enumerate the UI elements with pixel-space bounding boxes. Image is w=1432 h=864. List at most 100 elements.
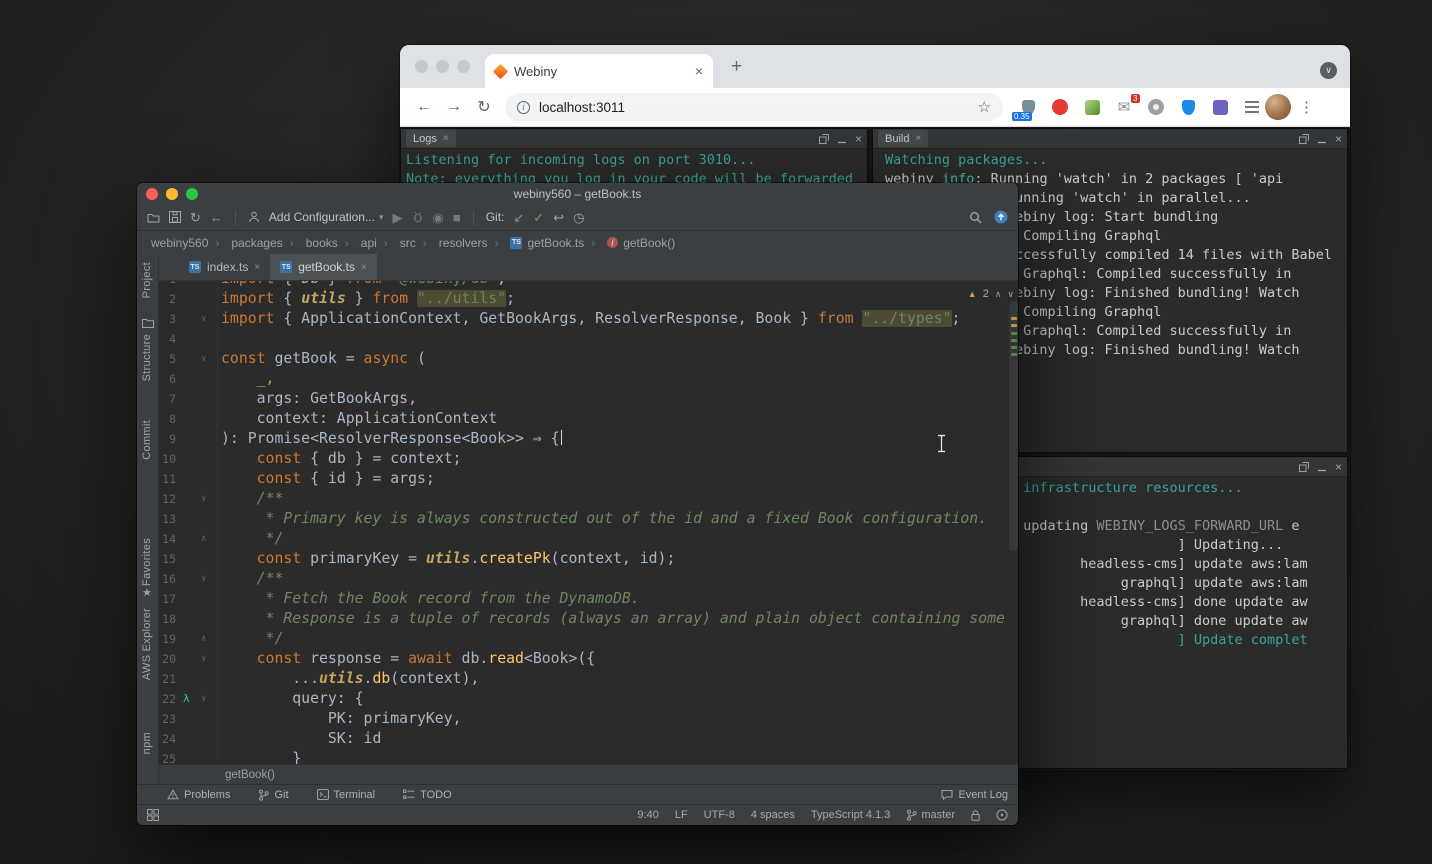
sidebar-item-aws-explorer[interactable]: AWS Explorer (141, 608, 153, 680)
breadcrumb-item[interactable]: webiny560 (151, 236, 208, 250)
reload-icon[interactable]: ↻ (469, 97, 499, 117)
next-warning-icon[interactable]: ∨ (1007, 289, 1014, 300)
profile-avatar[interactable] (1265, 94, 1291, 120)
forward-icon[interactable]: → (439, 98, 469, 116)
aws-lambda-gutter-icon[interactable]: λ (183, 689, 190, 709)
close-icon[interactable]: × (855, 134, 862, 144)
git-branch-widget[interactable]: master (906, 809, 955, 821)
fold-icon[interactable]: ∧ (201, 529, 206, 549)
tab-close-icon[interactable]: × (695, 63, 703, 79)
lock-icon[interactable] (971, 810, 980, 821)
sidebar-item-favorites[interactable]: Favorites (141, 538, 153, 586)
fold-icon[interactable]: ∨ (201, 649, 206, 669)
back-icon[interactable]: ← (409, 98, 439, 116)
close-icon[interactable]: × (1335, 462, 1342, 472)
breadcrumb-item[interactable]: ƒgetBook() (584, 236, 675, 250)
minimize-window-button[interactable] (436, 60, 449, 73)
indent-setting[interactable]: 4 spaces (751, 809, 795, 821)
breadcrumb-item[interactable]: TSgetBook.ts (487, 236, 584, 250)
run-icon[interactable]: ▶ (393, 211, 403, 224)
save-icon[interactable] (169, 211, 181, 223)
git-history-icon[interactable]: ◷ (573, 211, 584, 224)
extension-adblock-icon[interactable] (1051, 98, 1069, 116)
star-icon[interactable]: ★ (142, 586, 152, 599)
breadcrumb-item[interactable]: api (338, 236, 377, 250)
sidebar-item-project[interactable]: Project (141, 262, 153, 298)
close-icon[interactable]: × (443, 133, 449, 144)
file-encoding[interactable]: UTF-8 (704, 809, 735, 821)
breadcrumb-item[interactable]: src (377, 236, 416, 250)
float-icon[interactable] (819, 134, 829, 144)
minimize-icon[interactable] (1317, 134, 1327, 144)
float-icon[interactable] (1299, 462, 1309, 472)
folder-icon[interactable] (142, 318, 154, 328)
extension-puzzle-icon[interactable] (1211, 98, 1229, 116)
git-update-icon[interactable]: ↙ (513, 211, 524, 224)
extension-grammar-icon[interactable] (1083, 98, 1101, 116)
tab-index-ts[interactable]: TS index.ts × (179, 254, 270, 280)
search-icon[interactable] (969, 211, 982, 224)
user-icon[interactable] (248, 211, 260, 223)
site-info-icon[interactable] (517, 101, 530, 114)
close-icon[interactable]: × (254, 262, 260, 273)
extension-mail-icon[interactable]: ✉ 3 (1115, 98, 1133, 116)
git-revert-icon[interactable]: ↩ (553, 211, 564, 224)
open-folder-icon[interactable] (147, 212, 160, 223)
sidebar-item-commit[interactable]: Commit (141, 420, 153, 460)
minimize-icon[interactable] (1317, 462, 1327, 472)
breadcrumb-item[interactable]: resolvers (416, 236, 488, 250)
address-bar[interactable]: localhost:3011 ☆ (505, 93, 1003, 121)
caret-position[interactable]: 9:40 (637, 809, 658, 821)
editor-scrollbar[interactable] (1009, 301, 1018, 551)
back-navigation-icon[interactable]: ← (210, 211, 223, 224)
ide-update-icon[interactable] (994, 210, 1008, 224)
debug-icon[interactable] (412, 211, 424, 223)
prev-warning-icon[interactable]: ∧ (995, 289, 1002, 300)
close-window-button[interactable] (146, 188, 158, 200)
tab-getbook-ts[interactable]: TS getBook.ts × (270, 254, 377, 280)
breadcrumb-item[interactable]: books (283, 236, 338, 250)
extension-list-icon[interactable] (1243, 98, 1261, 116)
editor-bottom-breadcrumb[interactable]: getBook() (159, 764, 1018, 784)
toolwindow-todo[interactable]: TODO (403, 789, 452, 801)
tab-search-button[interactable]: ∨ (1320, 62, 1337, 79)
bookmark-star-icon[interactable]: ☆ (978, 98, 991, 116)
sync-icon[interactable]: ↻ (190, 211, 201, 224)
url-text[interactable]: localhost:3011 (539, 100, 969, 115)
close-icon[interactable]: × (361, 262, 367, 273)
breadcrumb-item[interactable]: packages (208, 236, 282, 250)
minimize-window-button[interactable] (166, 188, 178, 200)
sidebar-item-structure[interactable]: Structure (141, 334, 153, 381)
toolwindow-git[interactable]: Git (258, 789, 288, 801)
browser-tab[interactable]: Webiny × (485, 54, 713, 88)
close-window-button[interactable] (415, 60, 428, 73)
toolwindow-problems[interactable]: Problems (167, 789, 230, 801)
new-tab-button[interactable]: + (731, 56, 742, 78)
inspections-indicator-icon[interactable] (996, 809, 1008, 821)
stop-icon[interactable]: ■ (453, 211, 461, 224)
extension-shield-icon[interactable]: 0.35 (1019, 98, 1037, 116)
fold-icon[interactable]: ∨ (201, 689, 206, 709)
typescript-version[interactable]: TypeScript 4.1.3 (811, 809, 891, 821)
fold-icon[interactable]: ∨ (201, 309, 206, 329)
extension-protect-icon[interactable] (1179, 98, 1197, 116)
inspection-widget[interactable]: ▲ 2 ∧ ∨ (968, 288, 1014, 300)
close-icon[interactable]: × (915, 133, 921, 144)
close-icon[interactable]: × (1335, 134, 1342, 144)
logs-tab[interactable]: Logs × (406, 130, 456, 147)
build-tab[interactable]: Build × (878, 130, 928, 147)
git-commit-icon[interactable]: ✓ (533, 211, 544, 224)
tool-window-switcher-icon[interactable] (147, 809, 159, 821)
fold-icon[interactable]: ∨ (201, 489, 206, 509)
extension-session-icon[interactable] (1147, 98, 1165, 116)
float-icon[interactable] (1299, 134, 1309, 144)
code-editor[interactable]: 1import { Db } from "@webiny/db";2import… (159, 281, 1018, 764)
run-configuration-select[interactable]: Add Configuration... ▾ (269, 210, 384, 224)
toolwindow-terminal[interactable]: Terminal (317, 789, 376, 801)
event-log-button[interactable]: Event Log (941, 789, 1008, 801)
browser-menu-icon[interactable]: ⋮ (1299, 98, 1314, 116)
line-ending[interactable]: LF (675, 809, 688, 821)
zoom-window-button[interactable] (457, 60, 470, 73)
coverage-icon[interactable]: ◉ (433, 211, 444, 224)
sidebar-item-npm[interactable]: npm (141, 732, 153, 754)
